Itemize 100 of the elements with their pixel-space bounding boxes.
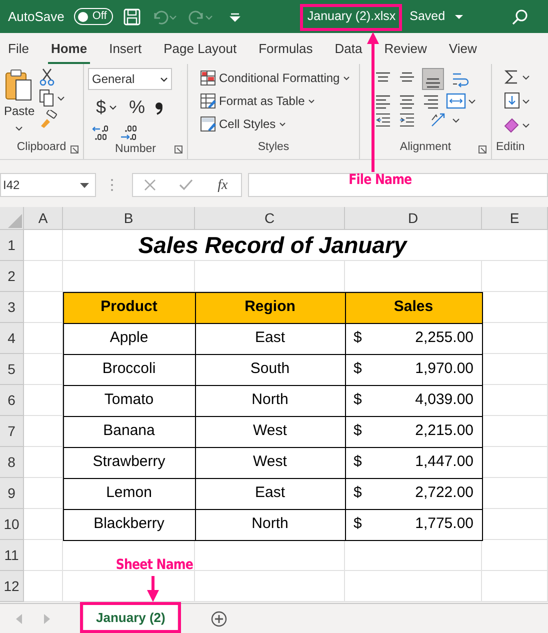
menu-tab[interactable]: Insert — [106, 32, 145, 64]
copy-icon[interactable] — [38, 89, 65, 107]
sheet-title: Sales Record of January — [63, 230, 482, 261]
scissors-icon[interactable] — [38, 68, 55, 86]
clipboard-icon — [4, 68, 34, 102]
eraser-icon[interactable] — [504, 116, 532, 134]
save-icon[interactable] — [123, 8, 142, 26]
column-header[interactable]: A — [24, 207, 63, 230]
align-right-icon[interactable] — [422, 93, 440, 109]
save-status: Saved — [408, 8, 446, 26]
empty-cell — [482, 261, 548, 292]
row-header[interactable]: 4 — [0, 323, 24, 354]
conditional-formatting-icon — [200, 70, 216, 86]
table-format-icon — [200, 93, 216, 109]
merge-center-icon[interactable] — [446, 93, 476, 109]
currency-button[interactable]: $ — [94, 93, 120, 122]
menu-tab[interactable]: Review — [381, 32, 430, 64]
number-format-dropdown[interactable]: General — [88, 68, 172, 90]
align-center-icon[interactable] — [398, 93, 416, 109]
row-header[interactable]: 5 — [0, 354, 24, 385]
caret-icon — [80, 182, 89, 188]
column-header[interactable]: E — [482, 207, 548, 230]
name-box[interactable]: I42 — [0, 173, 96, 197]
add-sheet-icon[interactable] — [211, 610, 228, 626]
style-button[interactable]: Format as Table — [198, 91, 355, 111]
style-button[interactable]: Conditional Formatting — [198, 68, 355, 88]
annotation-label: Sheet Name — [115, 556, 193, 575]
align-left-icon[interactable] — [374, 93, 392, 109]
row-header[interactable]: 3 — [0, 292, 24, 323]
format-painter-icon[interactable] — [38, 110, 57, 128]
autosave-label: AutoSave — [8, 8, 64, 26]
fill-icon[interactable] — [504, 92, 532, 110]
orientation-icon[interactable] — [430, 112, 460, 128]
formula-input[interactable] — [248, 173, 548, 197]
cell-styles-icon — [200, 116, 216, 132]
comma-style-icon[interactable] — [155, 100, 164, 114]
row-header[interactable]: 7 — [0, 416, 24, 447]
sales-amount: 1,970.00 — [415, 359, 474, 380]
autosum-icon[interactable] — [504, 68, 532, 86]
table-header: Product — [62, 292, 196, 324]
autosave-toggle[interactable]: Off — [74, 8, 114, 25]
customize-icon[interactable] — [229, 10, 242, 22]
menu-tab[interactable]: View — [446, 32, 480, 64]
menu-tab[interactable]: Formulas — [256, 32, 316, 64]
row-header[interactable]: 6 — [0, 385, 24, 416]
empty-cell — [482, 230, 548, 261]
currency-symbol: $ — [354, 514, 362, 534]
caret-icon — [308, 98, 315, 104]
sales-amount: 4,039.00 — [415, 390, 474, 410]
percent-button[interactable]: % — [127, 93, 148, 122]
search-icon[interactable] — [512, 8, 528, 24]
caret-icon — [160, 76, 168, 82]
row-header[interactable]: 11 — [0, 540, 24, 571]
currency-symbol: $ — [354, 421, 362, 442]
row-header[interactable]: 9 — [0, 478, 24, 509]
currency-symbol: $ — [354, 328, 362, 348]
insert-function-button[interactable]: fx — [216, 174, 230, 196]
currency-symbol: $ — [354, 390, 362, 410]
menu-tab[interactable]: Data — [332, 32, 366, 64]
caret-icon — [342, 76, 350, 80]
sales-amount: 2,255.00 — [415, 328, 474, 348]
row-header[interactable]: 10 — [0, 509, 24, 540]
paste-button[interactable]: Paste — [4, 68, 35, 131]
increase-decimal-icon[interactable] — [92, 125, 110, 141]
sales-amount: 1,447.00 — [415, 452, 474, 472]
currency-symbol: $ — [354, 452, 362, 472]
dialog-launcher-icon[interactable] — [70, 145, 79, 154]
sales-amount: 1,775.00 — [415, 514, 474, 534]
group-label: Number — [115, 143, 156, 155]
caret-icon — [109, 105, 118, 110]
more-icon — [110, 178, 114, 192]
menu-tab[interactable]: File — [5, 32, 32, 64]
group-label: Alignment — [400, 140, 452, 153]
table-header: Sales — [344, 292, 482, 324]
row-header[interactable]: 8 — [0, 447, 24, 478]
file-name[interactable]: January (2).xlsx — [307, 7, 396, 26]
group-label: Clipboard — [16, 140, 66, 153]
row-header[interactable]: 1 — [0, 230, 24, 261]
bottom-align-icon[interactable] — [422, 68, 444, 90]
menu-tab[interactable]: Page Layout — [160, 32, 240, 64]
row-header[interactable]: 2 — [0, 261, 24, 292]
dialog-launcher-icon[interactable] — [478, 145, 487, 154]
currency-symbol: $ — [354, 359, 362, 380]
column-header[interactable]: B — [63, 207, 195, 230]
empty-cell — [482, 540, 548, 571]
style-button[interactable]: Cell Styles — [198, 114, 355, 134]
decrease-decimal-icon[interactable] — [120, 125, 138, 141]
column-header[interactable]: D — [345, 207, 482, 230]
group-label: Editin — [496, 140, 525, 153]
caret-icon — [15, 126, 24, 131]
decrease-indent-icon[interactable] — [374, 112, 392, 128]
caret-icon — [278, 122, 286, 126]
caret-icon[interactable] — [455, 14, 464, 20]
increase-indent-icon[interactable] — [398, 112, 416, 128]
table-header: Region — [194, 292, 346, 324]
dialog-launcher-icon[interactable] — [174, 145, 183, 154]
row-header[interactable]: 12 — [0, 571, 24, 602]
currency-symbol: $ — [354, 483, 362, 504]
table-cell: Blackberry — [62, 508, 196, 540]
column-header[interactable]: C — [195, 207, 345, 230]
